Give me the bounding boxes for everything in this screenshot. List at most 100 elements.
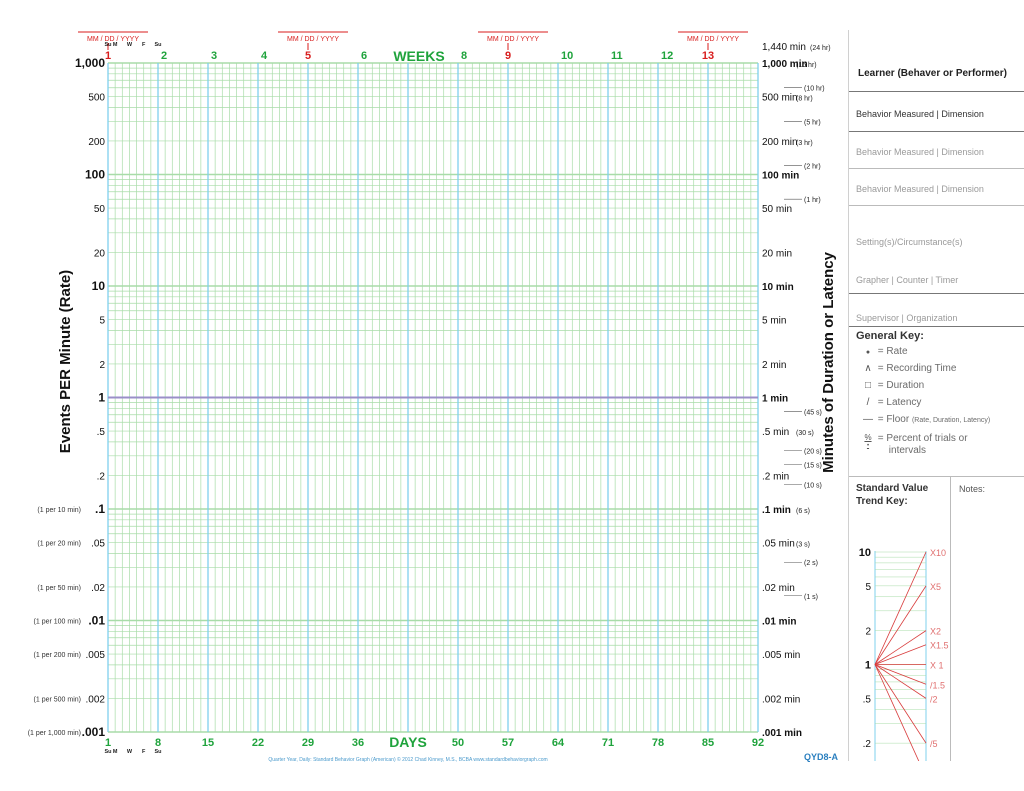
- trend-line: [874, 664, 920, 761]
- left-rate-note: (1 per 500 min): [34, 696, 81, 703]
- key-floor-text: = Floor: [877, 414, 910, 425]
- right-tick-label: 500 min: [762, 93, 798, 104]
- day-tick-label: 8: [155, 737, 161, 749]
- grapher-section: Grapher | Counter | Timer: [849, 255, 1024, 294]
- weekday-letter-top: Su: [104, 42, 111, 48]
- learner-section: Learner (Behaver or Performer): [849, 30, 1024, 92]
- y2-axis-title: Minutes of Duration or Latency: [820, 251, 837, 473]
- trend-line-label: /5: [930, 739, 938, 749]
- key-recording-time: ∧ = Recording Time: [861, 363, 956, 374]
- dot-icon: ●: [865, 349, 871, 356]
- key-duration: □ = Duration: [861, 380, 924, 391]
- right-tick-note: (16 hr): [796, 62, 817, 69]
- behavior-measured-label-1: Behavior Measured | Dimension: [856, 109, 984, 119]
- form-code: QYD8-A: [804, 752, 839, 762]
- weekday-letter-top: W: [127, 42, 133, 48]
- weekday-letter-bottom: Su: [154, 749, 161, 755]
- week-tick-label: 2: [161, 50, 167, 62]
- right-tick-label: 2 min: [762, 360, 786, 371]
- right-tick-note: (8 hr): [796, 96, 813, 103]
- learner-label: Learner (Behaver or Performer): [858, 68, 1007, 79]
- left-tick-label: 1,000: [75, 56, 105, 70]
- right-tick-label: 100 min: [762, 171, 799, 182]
- weekday-letter-bottom: M: [113, 749, 118, 755]
- date-placeholder: MM / DD / YYYY: [287, 36, 339, 43]
- trend-y-label: .2: [863, 739, 872, 750]
- left-tick-label: 500: [88, 93, 105, 104]
- behavior-section-3: Behavior Measured | Dimension: [849, 168, 1024, 206]
- behavior-section-2: Behavior Measured | Dimension: [849, 131, 1024, 169]
- weekday-letter-bottom: W: [127, 749, 133, 755]
- caret-icon: ∧: [864, 363, 872, 374]
- weekday-letter-top: Su: [154, 42, 161, 48]
- left-rate-note: (1 per 20 min): [37, 541, 81, 548]
- left-rate-note: (1 per 50 min): [37, 585, 81, 592]
- right-top-label: 1,440 min: [762, 42, 806, 53]
- supervisor-label: Supervisor | Organization: [856, 313, 958, 323]
- key-percent-text: = Percent of trials or: [877, 433, 968, 444]
- right-tick-label: .05 min: [762, 539, 795, 550]
- day-tick-label: 57: [502, 737, 514, 749]
- weekday-letter-top: F: [142, 42, 146, 48]
- trend-line-label: X 1: [930, 661, 944, 671]
- left-tick-label: 10: [92, 279, 106, 293]
- trend-y-label: 10: [859, 547, 871, 559]
- right-tick-label: 5 min: [762, 316, 786, 327]
- weekday-letter-top: M: [113, 42, 118, 48]
- key-floor: — = Floor (Rate, Duration, Latency): [861, 414, 990, 425]
- left-tick-label: .005: [86, 650, 106, 661]
- right-tick-label: .001 min: [762, 728, 802, 739]
- left-tick-label: 100: [85, 168, 105, 182]
- trend-line-label: X5: [930, 582, 941, 592]
- slash-icon: /: [866, 397, 870, 408]
- trend-y-label: 1: [865, 660, 871, 672]
- left-tick-label: .001: [82, 725, 106, 739]
- key-latency-text: = Latency: [877, 397, 922, 408]
- left-tick-label: 200: [88, 137, 105, 148]
- behavior-measured-label-3: Behavior Measured | Dimension: [856, 184, 984, 194]
- key-duration-text: = Duration: [877, 380, 925, 391]
- right-reference-label: (10 s): [804, 482, 822, 489]
- week-tick-label: 1: [105, 50, 111, 62]
- key-rate-text: = Rate: [877, 346, 908, 357]
- trend-y-label: 5: [865, 582, 871, 593]
- right-tick-label: .02 min: [762, 583, 795, 594]
- week-tick-label: 12: [661, 50, 673, 62]
- day-tick-label: 15: [202, 737, 214, 749]
- weeks-axis-title: WEEKS: [393, 48, 444, 64]
- day-tick-label: 29: [302, 737, 314, 749]
- key-latency: / = Latency: [861, 397, 922, 408]
- week-tick-label: 9: [505, 50, 511, 62]
- right-tick-note: (3 hr): [796, 140, 813, 147]
- right-tick-label: 50 min: [762, 204, 792, 215]
- left-tick-label: .2: [97, 471, 106, 482]
- right-reference-label: (10 hr): [804, 86, 825, 93]
- general-key: General Key: ● = Rate ∧ = Recording Time…: [849, 326, 1024, 477]
- footer-credit: Quarter Year, Daily: Standard Behavior G…: [268, 756, 547, 763]
- left-tick-label: .1: [95, 502, 105, 516]
- week-tick-label: 10: [561, 50, 573, 62]
- side-panel: Learner (Behaver or Performer) Behavior …: [848, 30, 1024, 761]
- week-tick-label: 13: [702, 50, 714, 62]
- left-rate-note: (1 per 10 min): [37, 507, 81, 514]
- day-tick-label: 64: [552, 737, 565, 749]
- key-recording-text: = Recording Time: [877, 363, 957, 374]
- trend-line-label: /2: [930, 694, 938, 704]
- supervisor-section: Supervisor | Organization: [849, 293, 1024, 327]
- left-tick-label: 5: [99, 316, 105, 327]
- right-tick-label: .5 min: [762, 427, 789, 438]
- left-tick-label: 2: [99, 360, 105, 371]
- setting-label: Setting(s)/Circumstance(s): [856, 237, 963, 247]
- left-rate-note: (1 per 1,000 min): [28, 730, 81, 737]
- setting-section: Setting(s)/Circumstance(s): [849, 205, 1024, 255]
- day-tick-label: 22: [252, 737, 264, 749]
- weekday-letter-bottom: F: [142, 749, 146, 755]
- percent-icon: % •: [861, 433, 875, 451]
- left-tick-label: .01: [88, 614, 105, 628]
- week-tick-label: 8: [461, 50, 467, 62]
- right-reference-label: (1 hr): [804, 197, 821, 204]
- standard-behavior-chart: 1,000 500 200 100 50 20 10 5 2 1 .5 .2 .1 .05 .02 .01 .0…: [28, 31, 839, 763]
- left-rate-note: (1 per 100 min): [34, 619, 81, 626]
- right-tick-label: 20 min: [762, 248, 792, 259]
- left-rate-note: (1 per 200 min): [34, 652, 81, 659]
